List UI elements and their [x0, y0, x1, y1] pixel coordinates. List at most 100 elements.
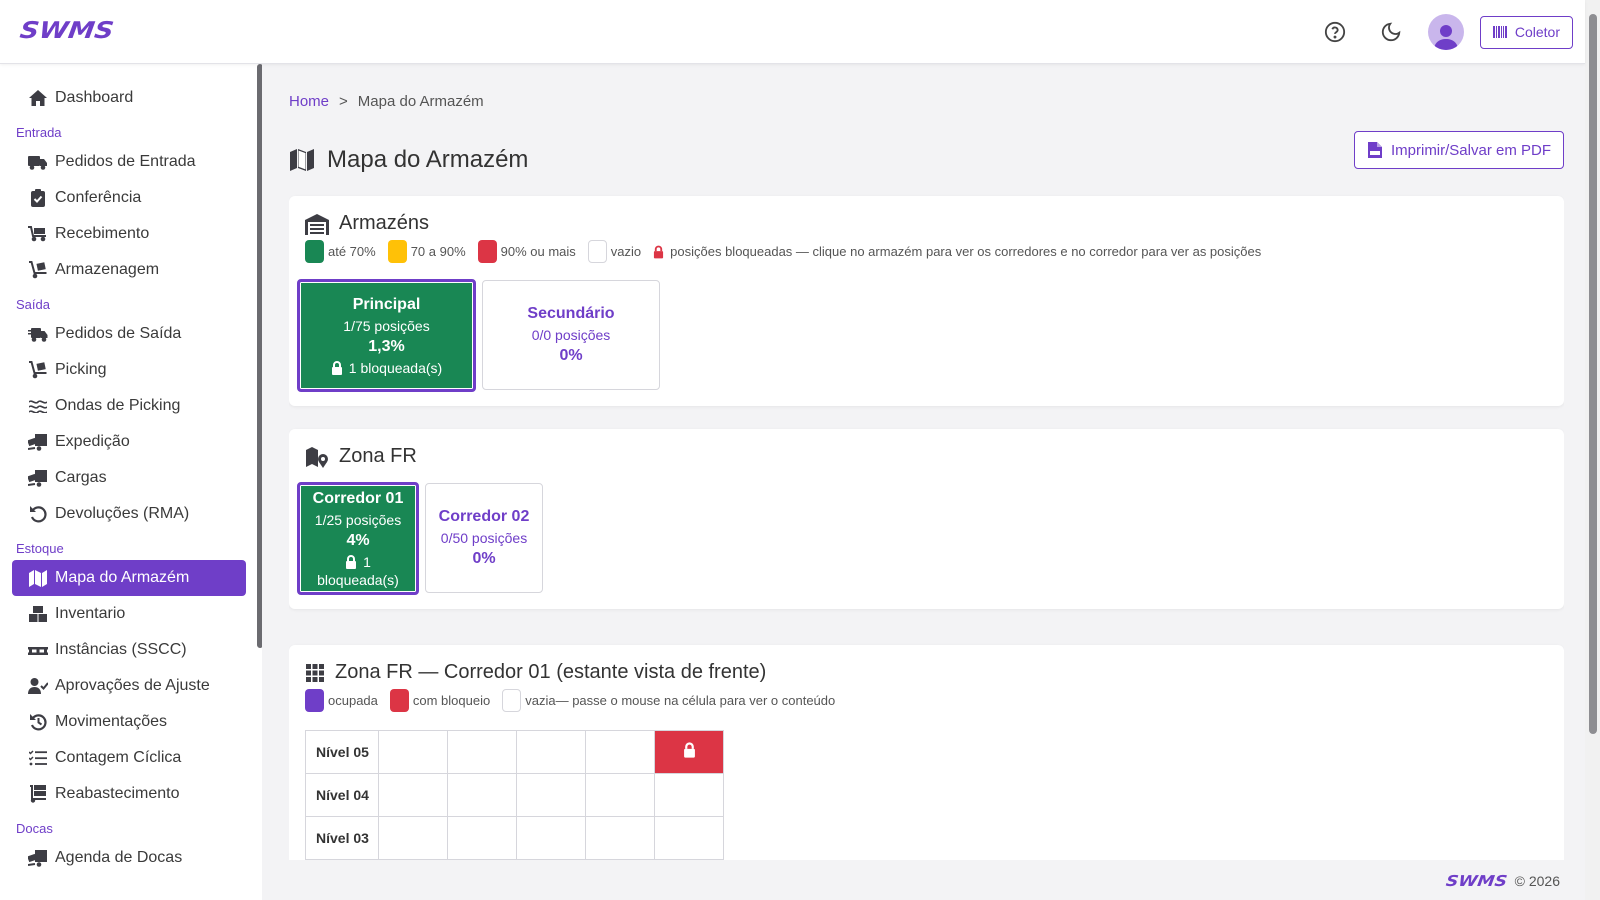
shelf-cell-empty[interactable] — [654, 773, 724, 817]
question-circle-icon — [1324, 21, 1346, 43]
sidebar-nav: Dashboard Entrada Pedidos de Entrada Confer… — [12, 80, 246, 876]
sidebar-item-recebimento[interactable]: Recebimento — [12, 216, 246, 252]
corridor-tile-02[interactable]: Corredor 02 0/50 posições 0% — [425, 483, 543, 593]
brand-logo[interactable]: SWMS — [18, 18, 115, 44]
corridor-blocked-text: bloqueada(s) — [317, 571, 399, 588]
shelf-cell-empty[interactable] — [585, 773, 655, 817]
sidebar-item-conferencia[interactable]: Conferência — [12, 180, 246, 216]
warehouses-card: Armazéns até 70% 70 a 90% 90% ou mais vazio… — [289, 196, 1564, 406]
history-icon — [28, 713, 48, 731]
sidebar-item-reabastecimento[interactable]: Reabastecimento — [12, 776, 246, 812]
footer-copyright: © 2026 — [1514, 873, 1560, 889]
theme-toggle-button[interactable] — [1372, 13, 1410, 51]
legend-note: posições bloqueadas — clique no armazém … — [670, 244, 1262, 259]
warehouse-positions: 1/75 posições — [343, 317, 430, 334]
warehouse-tile-secundario[interactable]: Secundário 0/0 posições 0% — [482, 280, 660, 390]
sidebar-scrollbar[interactable] — [257, 64, 262, 648]
shelf-title: Zona FR — Corredor 01 (estante vista de … — [305, 661, 766, 684]
shelf-grid: Nível 05 Nível 04 Nível 03 — [305, 730, 724, 860]
dolly-box-icon — [28, 361, 48, 379]
map-icon — [289, 148, 315, 172]
breadcrumb-current: Mapa do Armazém — [357, 93, 484, 110]
shelf-cell-empty[interactable] — [447, 773, 517, 817]
legend-label: vazia — [525, 693, 556, 708]
sidebar-item-instancias-sscc[interactable]: Instâncias (SSCC) — [12, 632, 246, 668]
warehouse-name: Secundário — [527, 305, 615, 322]
shelf-cell-empty[interactable] — [378, 773, 448, 817]
sidebar-item-movimentacoes[interactable]: Movimentações — [12, 704, 246, 740]
shelf-cell-empty[interactable] — [585, 816, 655, 860]
warehouse-name: Principal — [352, 295, 421, 313]
breadcrumb: Home > Mapa do Armazém — [289, 93, 484, 110]
sidebar-section-label: Docas — [16, 821, 53, 836]
corridor-positions: 0/50 posições — [440, 530, 528, 546]
zone-card: Zona FR Corredor 01 1/25 posições 4% 1 b… — [289, 429, 1564, 609]
sidebar-item-contagem-ciclica[interactable]: Contagem Cíclica — [12, 740, 246, 776]
shelf-cell-empty[interactable] — [516, 730, 586, 774]
sidebar-item-inventario[interactable]: Inventario — [12, 596, 246, 632]
moon-icon — [1380, 21, 1402, 43]
boxes-icon — [28, 606, 48, 622]
print-pdf-button[interactable]: Imprimir/Salvar em PDF — [1353, 131, 1564, 169]
page-title-text: Mapa do Armazém — [327, 146, 529, 173]
corridor-tile-01[interactable]: Corredor 01 1/25 posições 4% 1 bloqueada… — [297, 482, 419, 595]
shelf-title-text: Zona FR — Corredor 01 (estante vista de … — [335, 661, 767, 683]
sidebar-item-expedicao[interactable]: Expedição — [12, 424, 246, 460]
sidebar-item-ondas-de-picking[interactable]: Ondas de Picking — [12, 388, 246, 424]
top-bar: SWMS Coletor — [0, 0, 1585, 64]
pallet-icon — [28, 645, 48, 655]
shelf-level-row: Nível 03 — [305, 816, 724, 860]
legend-label: 70 a 90% — [410, 244, 466, 259]
page-scrollbar-thumb[interactable] — [1589, 14, 1597, 734]
dolly-stack-icon — [28, 785, 48, 803]
corridor-name: Corredor 01 — [312, 489, 404, 507]
lock-icon — [653, 245, 664, 259]
dolly-box-icon — [28, 261, 48, 279]
shelf-card: Zona FR — Corredor 01 (estante vista de … — [289, 645, 1564, 860]
shelf-cell-empty[interactable] — [447, 816, 517, 860]
sidebar: Dashboard Entrada Pedidos de Entrada Confer… — [0, 64, 262, 900]
breadcrumb-home-link[interactable]: Home — [289, 93, 329, 110]
shelf-cell-empty[interactable] — [585, 730, 655, 774]
sidebar-item-pedidos-de-entrada[interactable]: Pedidos de Entrada — [12, 144, 246, 180]
zone-title: Zona FR — [305, 445, 417, 468]
sidebar-item-mapa-do-armazem[interactable]: Mapa do Armazém — [12, 560, 246, 596]
shelf-cell-empty[interactable] — [654, 816, 724, 860]
map-icon — [28, 569, 48, 587]
sidebar-item-dashboard[interactable]: Dashboard — [12, 80, 246, 116]
shelf-level-label: Nível 05 — [305, 730, 379, 774]
shelf-cell-empty[interactable] — [516, 816, 586, 860]
warehouse-positions: 0/0 posições — [531, 327, 611, 343]
sidebar-item-devolucoes-rma[interactable]: Devoluções (RMA) — [12, 496, 246, 532]
truck-ramp-icon — [28, 469, 48, 487]
help-button[interactable] — [1316, 13, 1354, 51]
shelf-cell-empty[interactable] — [516, 773, 586, 817]
sidebar-item-armazenagem[interactable]: Armazenagem — [12, 252, 246, 288]
sidebar-section-label: Estoque — [16, 541, 64, 556]
corridor-positions: 1/25 posições — [314, 511, 402, 528]
legend-note: — passe o mouse na célula para ver o con… — [555, 693, 836, 708]
sidebar-item-aprovacoes-de-ajuste[interactable]: Aprovações de Ajuste — [12, 668, 246, 704]
shelf-level-label: Nível 04 — [305, 773, 379, 817]
truck-ramp-icon — [28, 433, 48, 451]
sidebar-item-label: Dashboard — [55, 89, 134, 106]
sidebar-item-agenda-de-docas[interactable]: Agenda de Docas — [12, 840, 246, 876]
shelf-cell-empty[interactable] — [378, 730, 448, 774]
sidebar-item-label: Pedidos de Saída — [55, 325, 182, 342]
shelf-cell-blocked[interactable] — [654, 730, 724, 774]
sidebar-item-pedidos-de-saida[interactable]: Pedidos de Saída — [12, 316, 246, 352]
coletor-button[interactable]: Coletor — [1479, 15, 1573, 49]
shelf-cell-empty[interactable] — [378, 816, 448, 860]
corridor-blocked: 1 — [300, 554, 416, 570]
undo-icon — [28, 505, 48, 523]
shelf-cell-empty[interactable] — [447, 730, 517, 774]
sidebar-item-cargas[interactable]: Cargas — [12, 460, 246, 496]
avatar[interactable] — [1427, 14, 1464, 50]
sidebar-item-label: Movimentações — [55, 713, 168, 730]
sidebar-item-picking[interactable]: Picking — [12, 352, 246, 388]
shelf-level-row: Nível 04 — [305, 773, 724, 817]
warehouse-tile-principal[interactable]: Principal 1/75 posições 1,3% 1 bloqueada… — [297, 279, 476, 392]
sidebar-item-label: Picking — [55, 361, 107, 378]
main-content: Home > Mapa do Armazém Mapa do Armazém I… — [289, 64, 1564, 860]
lock-icon — [331, 360, 343, 375]
